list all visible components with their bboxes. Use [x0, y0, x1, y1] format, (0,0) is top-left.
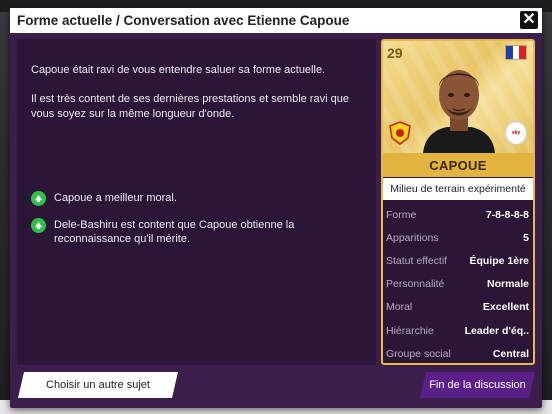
dialog-titlebar: Forme actuelle / Conversation avec Etien… — [10, 8, 542, 33]
end-discussion-button[interactable]: Fin de la discussion — [420, 372, 535, 398]
choose-another-topic-button[interactable]: Choisir un autre sujet — [18, 372, 178, 398]
player-name: CAPOUE — [383, 153, 533, 177]
stat-value: Équipe 1ère — [469, 254, 529, 267]
stat-label: Apparitions — [386, 231, 439, 244]
message-panel: Capoue était ravi de vous entendre salue… — [17, 39, 376, 365]
close-button[interactable]: ✕ — [520, 11, 538, 29]
stat-label: Personnalité — [386, 278, 445, 291]
club-crest-icon — [389, 121, 411, 145]
stat-row-hierarchy: Hiérarchie Leader d'éq.. — [383, 319, 533, 342]
stat-row-squad-status: Statut effectif Équipe 1ère — [383, 249, 533, 272]
stat-value: Excellent — [482, 301, 529, 314]
stat-label: Groupe social — [386, 347, 451, 360]
stat-row-personality: Personnalité Normale — [383, 273, 533, 296]
player-card[interactable]: 29 sky CAPOUE Milieu de terrain expérime… — [381, 39, 535, 365]
outcome-text: Capoue a meilleur moral. — [54, 192, 177, 204]
stat-value: Central — [492, 347, 529, 360]
message-paragraph-2: Il est très content de ses dernières pre… — [31, 93, 349, 120]
stat-label: Hiérarchie — [386, 324, 434, 337]
league-badge-icon: sky — [505, 121, 527, 145]
outcome-item: Capoue a meilleur moral. — [31, 191, 366, 206]
stat-row-form: Forme 7-8-8-8-8 — [383, 203, 533, 226]
stat-label: Forme — [386, 208, 417, 221]
arrow-up-icon — [31, 218, 46, 233]
outcome-text: Dele-Bashiru est content que Capoue obti… — [54, 219, 295, 245]
stat-value: Leader d'éq.. — [464, 324, 529, 337]
france-flag-icon — [505, 45, 527, 60]
stat-row-social-group: Groupe social Central — [383, 342, 533, 363]
player-age: 29 — [387, 45, 403, 61]
player-portrait — [423, 70, 495, 153]
stat-label: Moral — [386, 301, 413, 314]
stat-value: Normale — [486, 278, 529, 291]
close-icon: ✕ — [522, 11, 536, 28]
conversation-dialog: Forme actuelle / Conversation avec Etien… — [10, 8, 542, 408]
stat-label: Statut effectif — [386, 254, 448, 267]
stat-row-morale: Moral Excellent — [383, 296, 533, 319]
stat-value: 5 — [523, 231, 529, 244]
message-paragraph-1: Capoue était ravi de vous entendre salue… — [31, 64, 326, 76]
arrow-up-icon — [31, 191, 46, 206]
player-stats: Forme 7-8-8-8-8 Apparitions 5 Statut eff… — [383, 203, 533, 363]
dialog-title: Forme actuelle / Conversation avec Etien… — [17, 13, 350, 28]
stat-row-appearances: Apparitions 5 — [383, 226, 533, 249]
outcome-item: Dele-Bashiru est content que Capoue obti… — [31, 218, 366, 246]
stat-value: 7-8-8-8-8 — [485, 208, 529, 221]
player-role: Milieu de terrain expérimenté — [383, 178, 533, 200]
